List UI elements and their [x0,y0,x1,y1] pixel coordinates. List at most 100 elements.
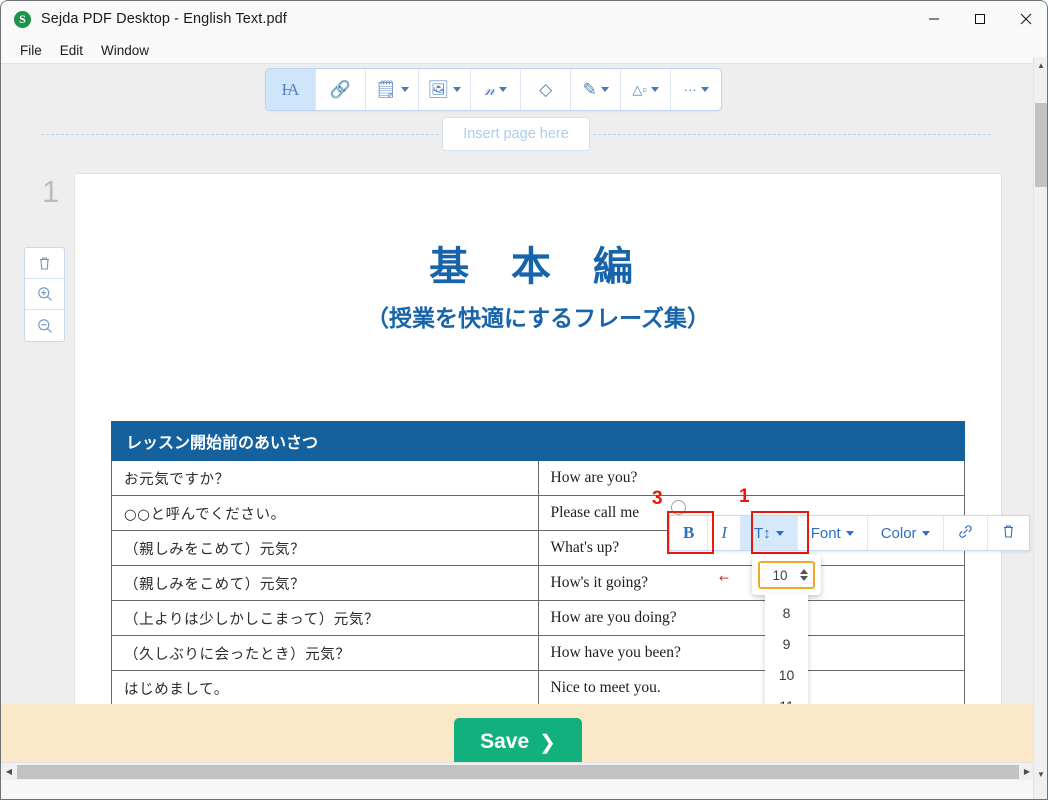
document-red-arrow: ← [719,571,730,585]
cell-japanese[interactable]: （親しみをこめて）元気？ [111,530,539,566]
chevron-down-icon [400,87,409,92]
color-button[interactable]: Color [868,516,944,550]
italic-button[interactable]: I [708,516,742,550]
table-header-label: レッスン開始前のあいさつ [111,421,965,461]
cell-japanese[interactable]: お元気ですか？ [111,460,539,496]
application-window: S Sejda PDF Desktop - English Text.pdf F… [0,0,1048,800]
font-size-input[interactable]: 10 [758,561,815,589]
insert-page-button[interactable]: Insert page here [442,117,590,151]
cell-japanese[interactable]: ○○と呼んでください。 [111,495,539,531]
trash-icon [1001,523,1016,543]
save-button[interactable]: Save ❯ [454,717,582,767]
delete-button[interactable] [988,516,1029,550]
page-number-label: 1 [42,174,60,209]
scroll-left-icon[interactable]: ◀ [1,763,17,781]
horizontal-scrollbar[interactable]: ◀ ▶ [1,762,1035,780]
bold-button[interactable]: B [670,516,709,550]
window-title: Sejda PDF Desktop - English Text.pdf [41,11,287,27]
zoom-out-icon[interactable] [25,310,64,341]
table-row[interactable]: （親しみをこめて）元気？ How's it going? [111,565,965,601]
form-icon: 🗒 [375,80,397,99]
font-button[interactable]: Font [798,516,868,550]
image-tool-button[interactable]: 🖼 [419,69,472,110]
chevron-down-icon [498,87,507,92]
chevron-down-icon [600,87,609,92]
font-size-icon: T↕ [754,524,771,542]
window-controls [911,1,1047,37]
chevron-down-icon [775,530,784,536]
chevron-right-icon: ❯ [539,731,556,754]
divider-left [41,133,440,135]
cell-english[interactable]: How are you doing? [537,600,965,636]
image-icon: 🖼 [427,80,450,99]
font-size-button[interactable]: T↕ [741,516,798,550]
page-tools-panel [24,247,65,342]
font-size-value: 10 [772,567,788,583]
ellipsis-icon: ··· [683,82,697,97]
close-icon[interactable] [1003,1,1047,37]
title-bar: S Sejda PDF Desktop - English Text.pdf [1,1,1047,37]
table-header-row: レッスン開始前のあいさつ [111,421,965,461]
document-title: 基 本 編 [429,244,647,290]
highlighter-icon: ✎ [582,80,597,99]
pdf-page[interactable]: 基 本 編 （授業を快適にするフレーズ集） レッスン開始前のあいさつ お元気です… [75,174,1001,780]
signature-tool-button[interactable]: 𝓃 [471,69,522,110]
shapes-icon: △▫ [632,82,647,97]
cell-japanese[interactable]: （久しぶりに会ったとき）元気？ [111,635,539,671]
delete-page-icon[interactable] [25,248,64,279]
editor-workspace: I̶A 🔗 🗒 🖼 𝓃 ◇ ✎ △▫ ··· Insert page here … [1,64,1035,780]
menu-item-window[interactable]: Window [92,40,158,61]
chevron-down-icon [700,87,709,92]
maximize-icon[interactable] [957,1,1003,37]
text-format-toolbar: B I T↕ Font Color [669,515,1030,551]
cell-japanese[interactable]: はじめまして。 [111,670,539,706]
text-cursor-handle[interactable] [671,500,686,515]
more-tools-button[interactable]: ··· [671,69,721,110]
size-option-8[interactable]: 8 [765,597,808,628]
table-row[interactable]: （上よりは少しかしこまって）元気？ How are you doing? [111,600,965,636]
eraser-icon: ◇ [539,80,553,99]
scroll-up-icon[interactable]: ▲ [1034,57,1047,74]
menu-item-file[interactable]: File [11,40,51,61]
link-tool-button[interactable]: 🔗 [316,69,366,110]
size-option-10[interactable]: 10 [765,659,808,690]
table-row[interactable]: はじめまして。 Nice to meet you. [111,670,965,706]
form-tool-button[interactable]: 🗒 [366,69,419,110]
text-tool-button[interactable]: I̶A [266,69,316,110]
annotation-label-1: 1 [739,486,750,507]
table-row[interactable]: お元気ですか？ How are you? [111,460,965,496]
app-logo-icon: S [14,10,31,28]
insert-page-strip: Insert page here [41,116,992,152]
vertical-scrollbar[interactable]: ▲ ▼ [1033,57,1047,799]
table-row[interactable]: （久しぶりに会ったとき）元気？ How have you been? [111,635,965,671]
horizontal-scroll-thumb[interactable] [17,765,1019,779]
minimize-icon[interactable] [911,1,957,37]
scroll-right-icon[interactable]: ▶ [1019,763,1035,781]
font-size-input-popup: 10 [752,555,821,595]
cell-english[interactable]: Nice to meet you. [537,670,965,706]
cell-english[interactable]: How are you? [537,460,965,496]
zoom-in-icon[interactable] [25,279,64,310]
menu-bar: File Edit Window [1,37,1047,64]
menu-item-edit[interactable]: Edit [51,40,92,61]
divider-right [592,133,992,135]
link-icon [957,523,974,544]
vertical-scroll-thumb[interactable] [1035,103,1047,187]
eraser-tool-button[interactable]: ◇ [521,69,572,110]
size-option-9[interactable]: 9 [765,628,808,659]
signature-icon: 𝓃 [484,80,495,99]
link-icon: 🔗 [329,80,352,99]
stepper-down-icon[interactable] [800,576,808,581]
stepper-up-icon[interactable] [800,569,808,574]
cell-japanese[interactable]: （上よりは少しかしこまって）元気？ [111,600,539,636]
link-button[interactable] [944,516,988,550]
scroll-down-icon[interactable]: ▼ [1034,766,1047,783]
font-size-stepper[interactable] [800,569,813,581]
shapes-tool-button[interactable]: △▫ [621,69,672,110]
cell-japanese[interactable]: （親しみをこめて）元気？ [111,565,539,601]
document-subtitle: （授業を快適にするフレーズ集） [365,306,711,332]
color-button-label: Color [880,524,917,542]
highlighter-tool-button[interactable]: ✎ [571,69,622,110]
chevron-down-icon [650,87,659,92]
cell-english[interactable]: How have you been? [537,635,965,671]
